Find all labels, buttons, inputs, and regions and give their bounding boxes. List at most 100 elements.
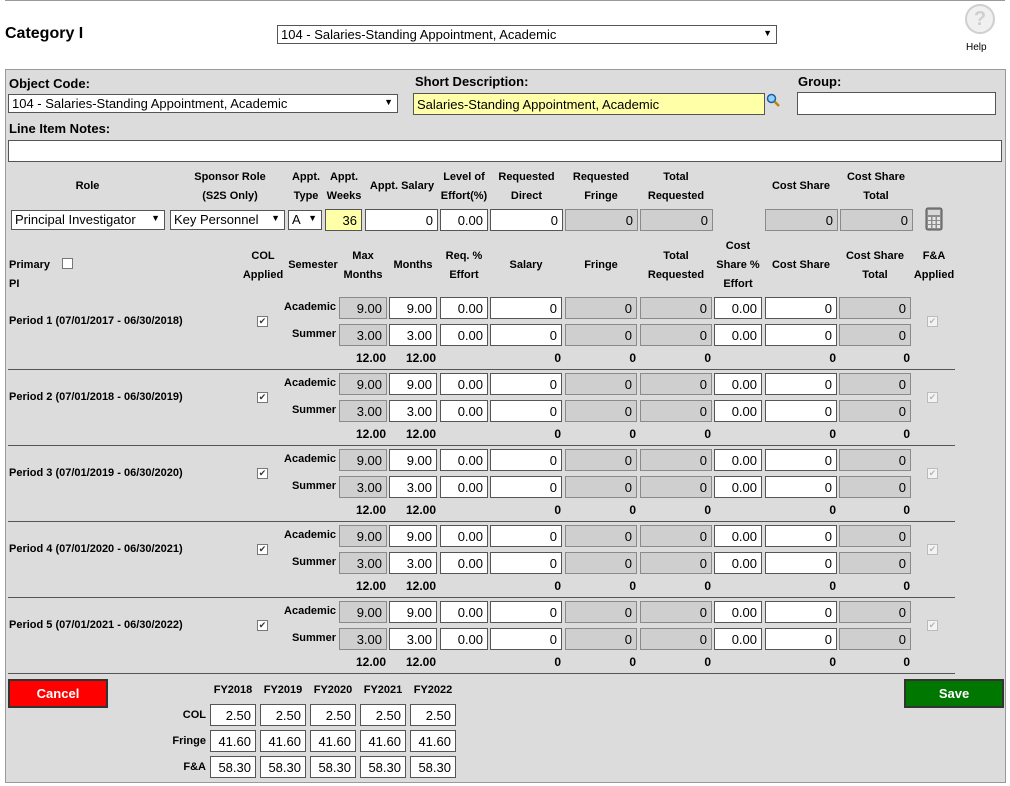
salary-input[interactable]: 0 — [490, 400, 562, 422]
req-effort-input[interactable]: 0.00 — [440, 373, 488, 395]
col-applied-checkbox[interactable]: ✔ — [257, 316, 268, 327]
cost-share-input[interactable]: 0 — [765, 324, 837, 346]
req-effort-input[interactable]: 0.00 — [440, 525, 488, 547]
col-applied-checkbox[interactable]: ✔ — [257, 620, 268, 631]
cost-share-input[interactable]: 0 — [765, 552, 837, 574]
salary-input[interactable]: 0 — [490, 297, 562, 319]
help-label[interactable]: Help — [966, 42, 987, 53]
requested-direct-input[interactable]: 0 — [490, 209, 563, 231]
req-effort-input[interactable]: 0.00 — [440, 601, 488, 623]
salary-input[interactable]: 0 — [490, 373, 562, 395]
salary-input[interactable]: 0 — [490, 449, 562, 471]
rate-input[interactable]: 2.50 — [410, 704, 456, 726]
calculator-icon[interactable] — [925, 207, 943, 231]
period-header-cost-share: Cost Share — [765, 256, 837, 275]
object-code-select[interactable]: 104 - Salaries-Standing Appointment, Aca… — [8, 94, 398, 113]
req-effort-input[interactable]: 0.00 — [440, 400, 488, 422]
max-months-value: 3.00 — [339, 476, 387, 498]
months-input[interactable]: 9.00 — [389, 525, 437, 547]
months-input[interactable]: 9.00 — [389, 601, 437, 623]
cost-share-input[interactable]: 0 — [765, 628, 837, 650]
cost-share-input[interactable]: 0 — [765, 601, 837, 623]
cost-share-effort-input[interactable]: 0.00 — [714, 449, 762, 471]
search-icon[interactable] — [766, 93, 780, 107]
cost-share-input[interactable]: 0 — [765, 476, 837, 498]
effort-input[interactable]: 0.00 — [440, 209, 488, 231]
cost-share-input[interactable]: 0 — [765, 525, 837, 547]
rate-input[interactable]: 58.30 — [360, 756, 406, 778]
rate-input[interactable]: 41.60 — [210, 730, 256, 752]
rate-input[interactable]: 2.50 — [210, 704, 256, 726]
rate-input[interactable]: 41.60 — [260, 730, 306, 752]
rate-input[interactable]: 2.50 — [360, 704, 406, 726]
cost-share-effort-input[interactable]: 0.00 — [714, 400, 762, 422]
cost-share-effort-input[interactable]: 0.00 — [714, 525, 762, 547]
req-effort-input[interactable]: 0.00 — [440, 324, 488, 346]
salary-input[interactable]: 0 — [490, 525, 562, 547]
cancel-button[interactable]: Cancel — [8, 679, 108, 708]
top-divider — [5, 0, 1005, 1]
rate-input[interactable]: 2.50 — [310, 704, 356, 726]
group-input[interactable] — [797, 92, 996, 115]
cost-share-effort-input[interactable]: 0.00 — [714, 373, 762, 395]
cost-share-effort-input[interactable]: 0.00 — [714, 297, 762, 319]
cost-share-input[interactable]: 0 — [765, 449, 837, 471]
req-effort-input[interactable]: 0.00 — [440, 297, 488, 319]
category-select[interactable]: 104 - Salaries-Standing Appointment, Aca… — [277, 25, 777, 44]
rate-input[interactable]: 41.60 — [410, 730, 456, 752]
rate-input[interactable]: 41.60 — [310, 730, 356, 752]
rate-input[interactable]: 58.30 — [410, 756, 456, 778]
semester-label: Academic — [284, 301, 336, 313]
col-applied-checkbox[interactable]: ✔ — [257, 544, 268, 555]
appt-weeks-input[interactable]: 36 — [325, 209, 362, 231]
short-description-input[interactable]: Salaries-Standing Appointment, Academic — [413, 93, 765, 115]
cost-share-input[interactable]: 0 — [765, 373, 837, 395]
months-input[interactable]: 9.00 — [389, 373, 437, 395]
req-effort-input[interactable]: 0.00 — [440, 476, 488, 498]
appt-type-select[interactable]: A ▼ — [288, 210, 322, 230]
salary-input[interactable]: 0 — [490, 552, 562, 574]
months-input[interactable]: 3.00 — [389, 476, 437, 498]
rate-input[interactable]: 58.30 — [210, 756, 256, 778]
months-input[interactable]: 3.00 — [389, 552, 437, 574]
col-applied-checkbox[interactable]: ✔ — [257, 392, 268, 403]
salary-input[interactable]: 0 — [490, 324, 562, 346]
period-label: Period 5 (07/01/2021 - 06/30/2022) — [9, 619, 183, 631]
salary-input[interactable]: 0 — [490, 601, 562, 623]
req-effort-input[interactable]: 0.00 — [440, 628, 488, 650]
appt-salary-input[interactable]: 0 — [365, 209, 438, 231]
help-icon[interactable]: ? — [965, 4, 995, 34]
cost-share-input[interactable]: 0 — [765, 297, 837, 319]
primary-pi-checkbox[interactable] — [62, 258, 73, 269]
rate-input[interactable]: 41.60 — [360, 730, 406, 752]
col-applied-checkbox[interactable]: ✔ — [257, 468, 268, 479]
months-input[interactable]: 3.00 — [389, 400, 437, 422]
rate-input[interactable]: 2.50 — [260, 704, 306, 726]
months-input[interactable]: 3.00 — [389, 324, 437, 346]
save-button[interactable]: Save — [904, 679, 1004, 708]
fringe-value: 0 — [565, 297, 637, 319]
rate-input[interactable]: 58.30 — [260, 756, 306, 778]
object-code-value: 104 - Salaries-Standing Appointment, Aca… — [12, 96, 288, 111]
salary-input[interactable]: 0 — [490, 476, 562, 498]
role-header-role: Role — [40, 177, 135, 196]
cost-share-input[interactable]: 0 — [765, 400, 837, 422]
req-effort-input[interactable]: 0.00 — [440, 449, 488, 471]
cost-share-effort-input[interactable]: 0.00 — [714, 324, 762, 346]
cost-share-effort-input[interactable]: 0.00 — [714, 628, 762, 650]
cost-share-effort-input[interactable]: 0.00 — [714, 552, 762, 574]
role-select[interactable]: Principal Investigator ▼ — [11, 210, 165, 230]
salary-input[interactable]: 0 — [490, 628, 562, 650]
cost-share-effort-input[interactable]: 0.00 — [714, 476, 762, 498]
header-line: Cost Share — [846, 171, 906, 183]
rate-input[interactable]: 58.30 — [310, 756, 356, 778]
sponsor-role-select[interactable]: Key Personnel ▼ — [170, 210, 285, 230]
cost-share-effort-input[interactable]: 0.00 — [714, 601, 762, 623]
role-header-sponsor: Sponsor Role (S2S Only) — [180, 168, 280, 206]
months-input[interactable]: 3.00 — [389, 628, 437, 650]
months-input[interactable]: 9.00 — [389, 297, 437, 319]
line-item-notes-input[interactable] — [8, 140, 1002, 162]
months-input[interactable]: 9.00 — [389, 449, 437, 471]
max-months-value: 3.00 — [339, 552, 387, 574]
req-effort-input[interactable]: 0.00 — [440, 552, 488, 574]
